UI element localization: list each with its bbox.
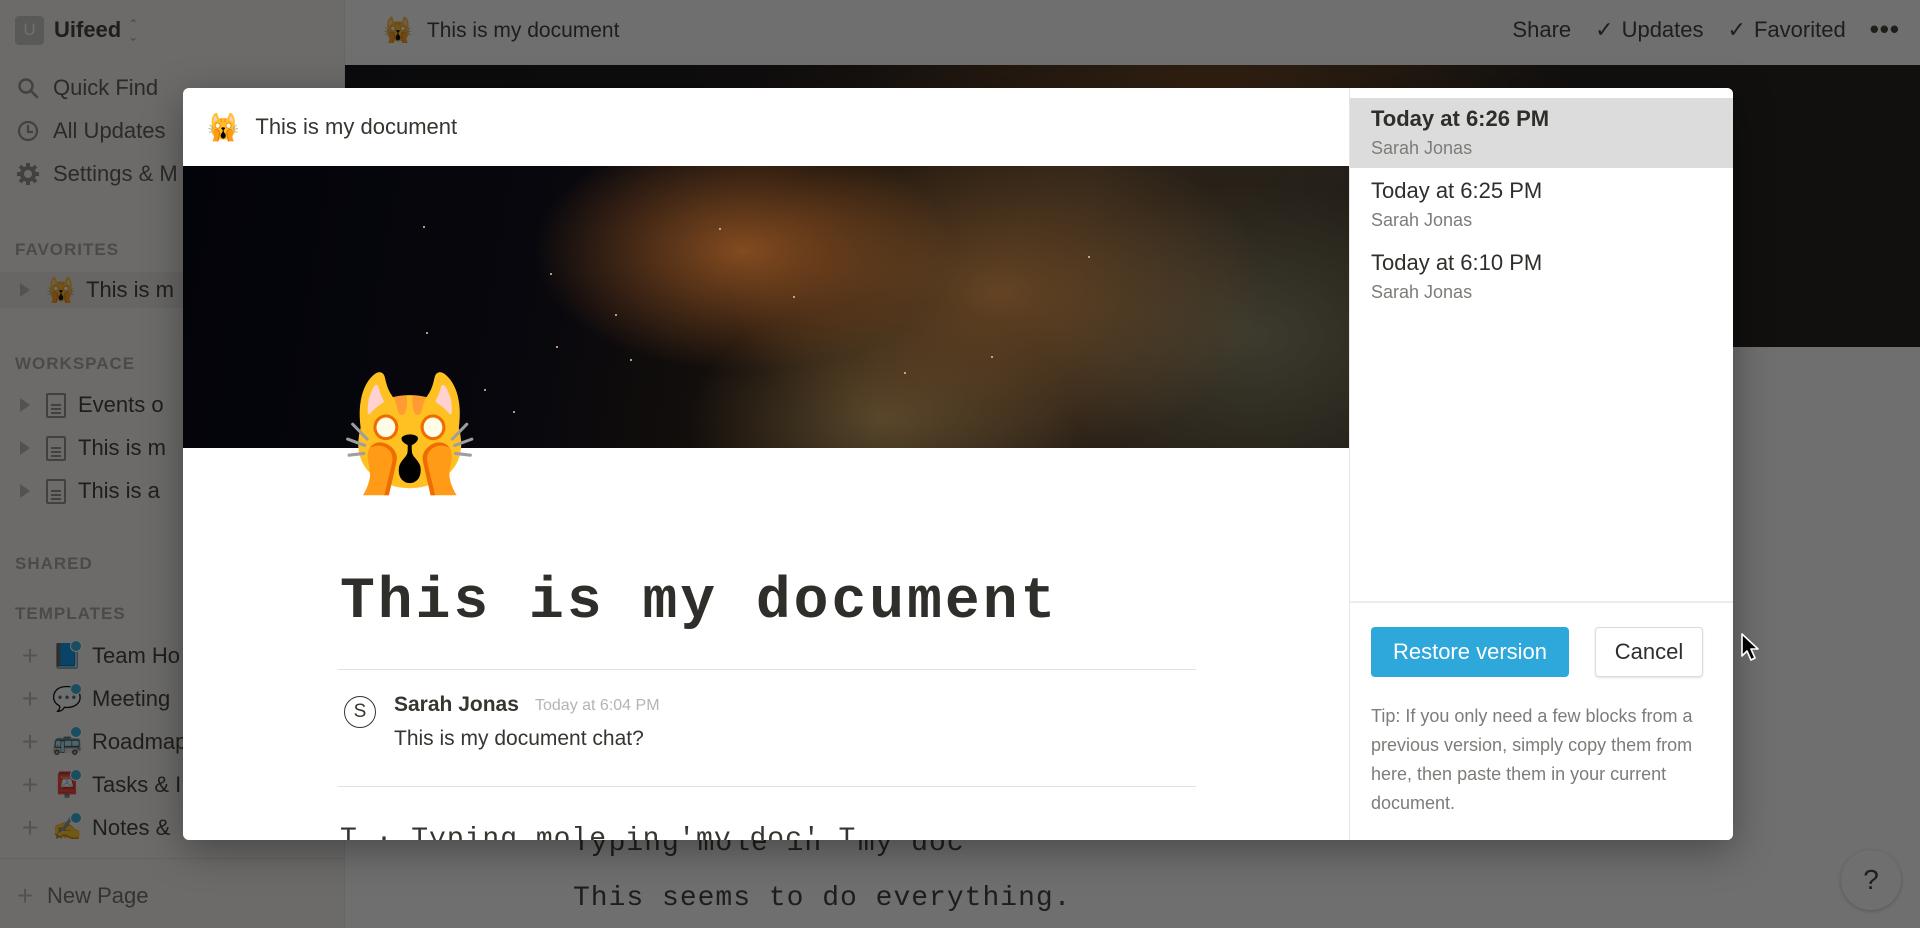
divider bbox=[338, 786, 1196, 787]
version-item[interactable]: Today at 6:25 PM Sarah Jonas bbox=[1350, 170, 1733, 240]
version-time: Today at 6:26 PM bbox=[1371, 106, 1550, 131]
version-author: Sarah Jonas bbox=[1371, 210, 1473, 230]
comment-text: This is my document chat? bbox=[394, 727, 644, 750]
divider bbox=[338, 669, 1196, 670]
divider bbox=[1350, 601, 1733, 603]
restore-version-button[interactable]: Restore version bbox=[1371, 627, 1569, 677]
version-history-panel: Today at 6:26 PM Sarah Jonas Today at 6:… bbox=[1349, 88, 1733, 840]
preview-text-cutoff: T · Typing mole in 'my doc' T bbox=[340, 824, 857, 840]
tip-text: Tip: If you only need a few blocks from … bbox=[1371, 706, 1693, 813]
preview-header: 🙀 This is my document bbox=[183, 88, 1349, 166]
version-preview: 🙀 This is my document 🙀 This is my docum… bbox=[183, 88, 1349, 840]
version-author: Sarah Jonas bbox=[1371, 138, 1473, 158]
cancel-button[interactable]: Cancel bbox=[1595, 627, 1703, 677]
comment-avatar: S bbox=[344, 696, 376, 728]
version-item[interactable]: Today at 6:10 PM Sarah Jonas bbox=[1350, 242, 1733, 312]
document-title: This is my document bbox=[340, 570, 1059, 635]
page-history-modal: 🙀 This is my document 🙀 This is my docum… bbox=[183, 88, 1733, 840]
mouse-cursor-icon bbox=[1741, 633, 1759, 661]
version-time: Today at 6:25 PM bbox=[1371, 178, 1543, 203]
preview-header-title: This is my document bbox=[255, 114, 458, 139]
version-time: Today at 6:10 PM bbox=[1371, 250, 1543, 275]
page-emoji-icon: 🙀 bbox=[207, 111, 240, 142]
comment-author: Sarah Jonas bbox=[394, 693, 519, 716]
page-icon: 🙀 bbox=[340, 371, 480, 496]
version-author: Sarah Jonas bbox=[1371, 282, 1473, 302]
comment-timestamp: Today at 6:04 PM bbox=[535, 697, 660, 714]
version-item[interactable]: Today at 6:26 PM Sarah Jonas bbox=[1350, 98, 1733, 168]
